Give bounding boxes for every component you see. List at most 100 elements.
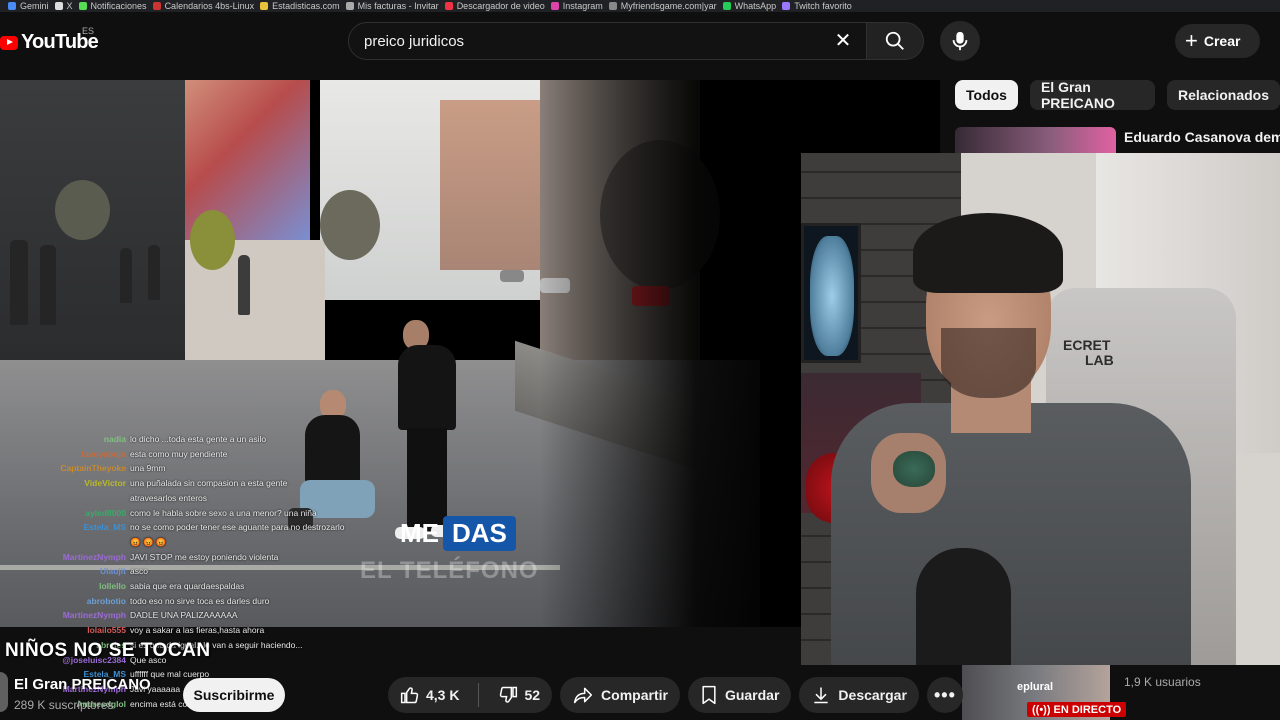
chat-text: una puñalada sin compasion a esta gente: [130, 478, 288, 489]
live-brand: eplural: [1017, 681, 1054, 693]
dislike-button[interactable]: 52: [486, 677, 552, 713]
live-badge: ((•)) EN DIRECTO: [1027, 702, 1127, 717]
bookmark-label: Instagram: [562, 1, 603, 11]
bookmark-label: WhatsApp: [734, 1, 777, 11]
bookmark-label: X: [66, 1, 73, 11]
bookmark-item[interactable]: Notificaciones: [78, 1, 147, 11]
youtube-play-icon: [0, 35, 18, 50]
subscriber-count: 289 K suscriptores: [14, 698, 114, 712]
bookmark-item[interactable]: Twitch favorito: [782, 1, 852, 11]
search-button[interactable]: [866, 22, 924, 60]
like-dislike-bar: 4,3 K 52: [388, 677, 553, 713]
save-button[interactable]: Guardar: [687, 677, 792, 713]
chat-username: lavoyabojo: [81, 448, 126, 459]
bookmark-item[interactable]: WhatsApp: [722, 1, 777, 11]
thumbs-down-icon: [500, 686, 518, 703]
chat-username: lollello: [99, 581, 126, 592]
bookmark-item[interactable]: Myfriendsgame.com|yar: [608, 1, 717, 11]
related-filter-chips: Todos El Gran PREICANO Relacionados: [955, 79, 1280, 111]
chat-text: como le habla sobre sexo a una menor? un…: [130, 507, 317, 518]
chat-text: no se como poder tener ese aguante para …: [130, 522, 345, 533]
download-label: Descargar: [838, 687, 907, 703]
chat-text: JAVI STOP me estoy poniendo violenta: [130, 551, 279, 562]
bookmark-icon: [702, 685, 716, 705]
chat-text: asco: [130, 566, 148, 577]
channel-name[interactable]: El Gran PREICANO: [14, 676, 151, 693]
create-button[interactable]: + Crear: [1175, 24, 1260, 58]
chat-message: ayled8000 como le habla sobre sexo a una …: [0, 506, 420, 521]
bookmark-label: Estadisticas.com: [272, 1, 340, 11]
chat-text: atravesarlos enteros: [130, 492, 208, 503]
voice-search-button[interactable]: [940, 21, 980, 61]
chat-message: lollello sabia que era quardaespaldas: [0, 579, 420, 594]
chat-text: esta como muy pendiente: [130, 448, 228, 459]
recommended-thumbnail[interactable]: [955, 127, 1116, 153]
chip-todos[interactable]: Todos: [955, 80, 1018, 110]
bookmark-favicon-icon: [608, 2, 617, 10]
live-icon: ((•)): [1032, 703, 1051, 716]
chat-text: sabia que era quardaespaldas: [130, 581, 245, 592]
stream-overlay-title: NIÑOS NO SE TOCAN: [5, 640, 211, 661]
share-icon: [573, 687, 593, 704]
chat-username: ayled8000: [85, 507, 126, 518]
chat-username: MartinezNymph: [62, 551, 126, 562]
bookmark-favicon-icon: [260, 2, 269, 10]
bookmark-item[interactable]: Gemini: [8, 1, 49, 11]
chat-text: 😡 😡 😡: [130, 536, 167, 547]
thumbs-up-icon: [400, 687, 419, 704]
studio-microphone: [916, 548, 1011, 665]
channel-avatar[interactable]: [0, 672, 8, 712]
chat-username: Ulaujit: [100, 566, 126, 577]
chat-username: VideVictor: [84, 478, 126, 489]
bookmark-label: Notificaciones: [90, 1, 147, 11]
bookmark-item[interactable]: Mis facturas - Invitar: [345, 1, 439, 11]
chat-username: CaptainTheyoke: [60, 463, 126, 474]
masthead: YouTube ES ✕ + Crear: [0, 12, 1280, 68]
microphone-icon: [952, 31, 968, 51]
chat-message: lolailo555 voy a sakar a las fieras,hasta…: [0, 623, 420, 638]
bookmark-favicon-icon: [78, 2, 87, 10]
search-input[interactable]: [364, 32, 824, 50]
plus-icon: +: [1185, 28, 1198, 53]
chat-username: nadia: [103, 434, 126, 444]
chip-relacionados[interactable]: Relacionados: [1166, 80, 1280, 110]
chat-text: todo eso no sirve toca es darles duro: [130, 595, 270, 606]
share-button[interactable]: Compartir: [560, 677, 680, 713]
bookmark-item[interactable]: X: [54, 1, 73, 11]
bookmark-item[interactable]: Descargador de video: [444, 1, 545, 11]
bookmark-favicon-icon: [722, 2, 731, 10]
bookmark-label: Mis facturas - Invitar: [357, 1, 439, 11]
chat-text: DADLE UNA PALIZAAAAAA: [130, 610, 238, 621]
stream-chat-overlay: nadia lo dicho ...toda esta gente a un as…: [0, 432, 420, 711]
bookmark-item[interactable]: Instagram: [550, 1, 603, 11]
recommended-title[interactable]: Eduardo Casanova deman: [1124, 129, 1280, 145]
country-code: ES: [82, 26, 95, 36]
bookmark-item[interactable]: Calendarios 4bs-Linux: [152, 1, 255, 11]
bookmark-favicon-icon: [345, 2, 354, 10]
bookmark-item[interactable]: Estadisticas.com: [260, 1, 340, 11]
create-label: Crear: [1203, 33, 1241, 49]
search-box[interactable]: [348, 22, 868, 60]
like-button[interactable]: 4,3 K: [388, 677, 471, 713]
chat-message: Estela_MS no se como poder tener ese agua…: [0, 520, 420, 535]
live-viewers: 1,9 K usuarios: [1124, 675, 1201, 689]
chip-el-gran-preicano[interactable]: El Gran PREICANO: [1029, 79, 1155, 111]
bookmark-favicon-icon: [782, 2, 791, 10]
download-button[interactable]: Descargar: [799, 677, 919, 713]
more-actions-button[interactable]: •••: [926, 677, 963, 713]
like-count: 4,3 K: [426, 687, 460, 703]
caption-highlight: DAS: [443, 516, 516, 551]
subscribe-button[interactable]: Suscribirme: [183, 678, 285, 712]
download-icon: [814, 687, 829, 704]
chat-message: 😡 😡 😡: [0, 535, 420, 550]
chat-message: VideVictor una puñalada sin compasion a e…: [0, 476, 420, 491]
bookmark-label: Myfriendsgame.com|yar: [620, 1, 717, 11]
chat-username: MartinezNymph: [62, 610, 126, 621]
bookmark-favicon-icon: [152, 2, 161, 10]
bookmark-favicon-icon: [550, 2, 559, 10]
bookmark-label: Calendarios 4bs-Linux: [164, 1, 255, 11]
clear-search-icon[interactable]: ✕: [832, 30, 854, 52]
chat-text: lo dicho ...toda esta gente a un asilo: [130, 434, 267, 444]
chat-username: Estela_MS: [83, 522, 126, 533]
save-label: Guardar: [724, 687, 780, 703]
